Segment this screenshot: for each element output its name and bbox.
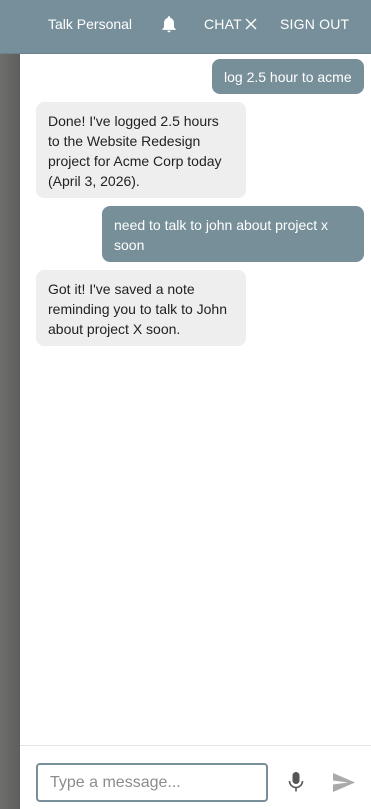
chat-header: Talk Personal CHAT SIGN OUT [0,0,371,54]
message-composer [20,745,371,809]
chat-label: CHAT [204,16,242,32]
send-icon[interactable] [332,772,356,793]
close-icon [245,18,257,30]
app-title: Talk Personal [48,16,133,32]
message-input[interactable] [36,763,268,802]
assistant-message: Done! I've logged 2.5 hours to the Websi… [36,102,246,198]
user-message: need to talk to john about project x soo… [102,206,364,262]
microphone-icon[interactable] [286,771,306,793]
background-overlay [0,0,20,809]
assistant-message: Got it! I've saved a note reminding you … [36,270,246,346]
user-message: log 2.5 hour to acme [212,59,364,94]
close-chat-button[interactable]: CHAT [204,15,257,33]
bell-icon[interactable] [159,14,179,34]
message-list[interactable]: log 2.5 hour to acme Done! I've logged 2… [20,54,371,745]
sign-out-button[interactable]: SIGN OUT [280,15,349,33]
